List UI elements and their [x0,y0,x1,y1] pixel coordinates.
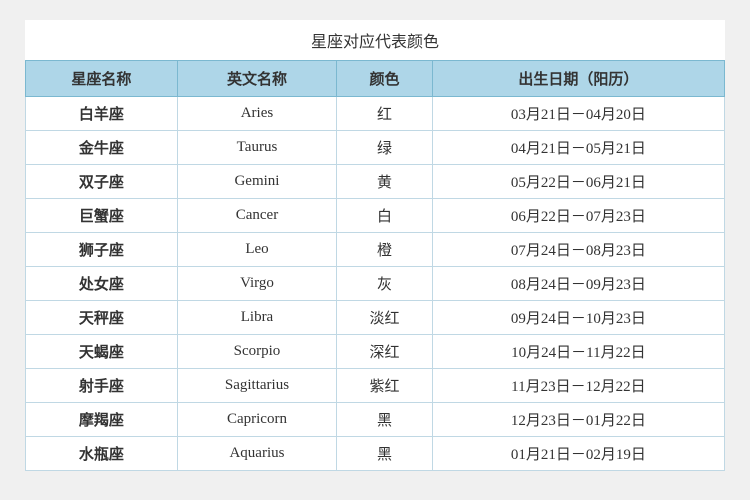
cell-6-2: 淡红 [337,301,433,335]
cell-4-1: Leo [177,233,337,267]
cell-5-0: 处女座 [26,267,178,301]
page-title: 星座对应代表颜色 [25,20,725,60]
cell-3-2: 白 [337,199,433,233]
cell-10-2: 黑 [337,437,433,471]
table-row: 巨蟹座Cancer白06月22日－07月23日 [26,199,725,233]
main-container: 星座对应代表颜色 星座名称 英文名称 颜色 出生日期（阳历） 白羊座Aries红… [25,20,725,471]
cell-5-3: 08月24日－09月23日 [432,267,724,301]
table-row: 狮子座Leo橙07月24日－08月23日 [26,233,725,267]
table-row: 天秤座Libra淡红09月24日－10月23日 [26,301,725,335]
table-row: 白羊座Aries红03月21日－04月20日 [26,97,725,131]
cell-0-2: 红 [337,97,433,131]
table-row: 处女座Virgo灰08月24日－09月23日 [26,267,725,301]
cell-7-1: Scorpio [177,335,337,369]
cell-2-0: 双子座 [26,165,178,199]
cell-1-3: 04月21日－05月21日 [432,131,724,165]
cell-3-1: Cancer [177,199,337,233]
cell-7-3: 10月24日－11月22日 [432,335,724,369]
cell-9-3: 12月23日－01月22日 [432,403,724,437]
cell-8-1: Sagittarius [177,369,337,403]
cell-3-0: 巨蟹座 [26,199,178,233]
cell-4-0: 狮子座 [26,233,178,267]
cell-10-1: Aquarius [177,437,337,471]
cell-1-0: 金牛座 [26,131,178,165]
cell-5-2: 灰 [337,267,433,301]
cell-7-0: 天蝎座 [26,335,178,369]
cell-0-0: 白羊座 [26,97,178,131]
table-body: 白羊座Aries红03月21日－04月20日金牛座Taurus绿04月21日－0… [26,97,725,471]
cell-4-2: 橙 [337,233,433,267]
zodiac-table: 星座名称 英文名称 颜色 出生日期（阳历） 白羊座Aries红03月21日－04… [25,60,725,471]
col-header-date: 出生日期（阳历） [432,61,724,97]
cell-9-1: Capricorn [177,403,337,437]
col-header-color: 颜色 [337,61,433,97]
table-row: 双子座Gemini黄05月22日－06月21日 [26,165,725,199]
table-row: 金牛座Taurus绿04月21日－05月21日 [26,131,725,165]
table-header-row: 星座名称 英文名称 颜色 出生日期（阳历） [26,61,725,97]
cell-0-1: Aries [177,97,337,131]
cell-1-2: 绿 [337,131,433,165]
cell-2-2: 黄 [337,165,433,199]
cell-7-2: 深红 [337,335,433,369]
cell-6-3: 09月24日－10月23日 [432,301,724,335]
cell-6-1: Libra [177,301,337,335]
cell-10-3: 01月21日－02月19日 [432,437,724,471]
col-header-english: 英文名称 [177,61,337,97]
cell-8-2: 紫红 [337,369,433,403]
cell-8-3: 11月23日－12月22日 [432,369,724,403]
cell-4-3: 07月24日－08月23日 [432,233,724,267]
table-row: 摩羯座Capricorn黑12月23日－01月22日 [26,403,725,437]
cell-6-0: 天秤座 [26,301,178,335]
cell-10-0: 水瓶座 [26,437,178,471]
cell-3-3: 06月22日－07月23日 [432,199,724,233]
cell-1-1: Taurus [177,131,337,165]
table-row: 射手座Sagittarius紫红11月23日－12月22日 [26,369,725,403]
table-row: 天蝎座Scorpio深红10月24日－11月22日 [26,335,725,369]
table-row: 水瓶座Aquarius黑01月21日－02月19日 [26,437,725,471]
cell-2-1: Gemini [177,165,337,199]
cell-8-0: 射手座 [26,369,178,403]
cell-9-2: 黑 [337,403,433,437]
cell-0-3: 03月21日－04月20日 [432,97,724,131]
cell-9-0: 摩羯座 [26,403,178,437]
col-header-chinese: 星座名称 [26,61,178,97]
cell-2-3: 05月22日－06月21日 [432,165,724,199]
cell-5-1: Virgo [177,267,337,301]
